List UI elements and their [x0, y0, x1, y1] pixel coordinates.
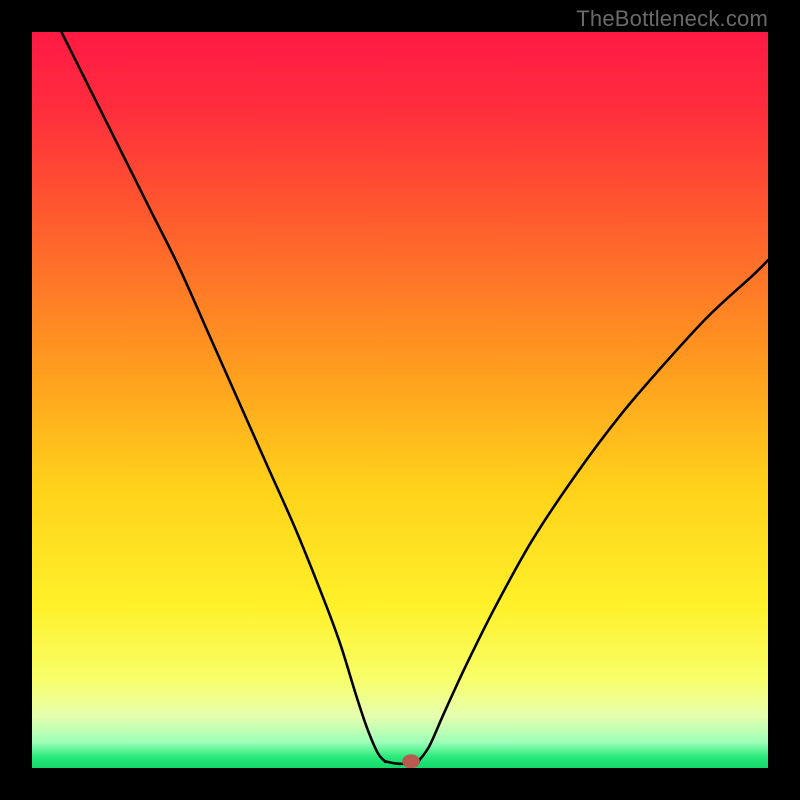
plot-area [32, 32, 768, 768]
bottleneck-curve-chart [32, 32, 768, 768]
watermark-text: TheBottleneck.com [576, 6, 768, 32]
optimal-point-marker [402, 754, 420, 768]
gradient-background [32, 32, 768, 768]
chart-frame: TheBottleneck.com [0, 0, 800, 800]
